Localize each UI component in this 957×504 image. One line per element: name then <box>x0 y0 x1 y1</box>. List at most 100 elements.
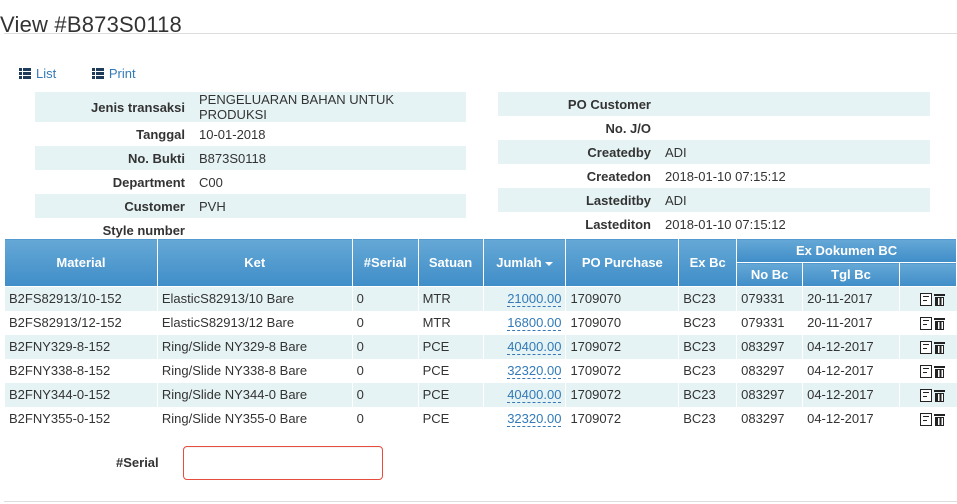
serial-input[interactable] <box>183 446 383 480</box>
cell-material: B2FNY329-8-152 <box>4 334 158 359</box>
list-link-label: List <box>36 66 57 81</box>
edit-icon[interactable] <box>919 365 932 379</box>
row-actions <box>898 358 957 383</box>
info-label: Createdon <box>498 164 658 188</box>
col-header-po-purchase[interactable]: PO Purchase <box>565 238 680 287</box>
bottom-divider <box>4 501 957 502</box>
cell-ex-bc: BC23 <box>678 406 737 431</box>
col-header-jumlah-label: Jumlah <box>496 255 542 270</box>
table-row: B2FNY344-0-152 Ring/Slide NY344-0 Bare 0 PC… <box>4 382 957 407</box>
jumlah-edit-link[interactable]: 32320.00 <box>507 411 562 427</box>
cell-satuan: PCE <box>417 406 484 431</box>
cell-no-bc: 083297 <box>736 406 803 431</box>
cell-satuan: PCE <box>417 358 484 383</box>
cell-material: B2FNY338-8-152 <box>4 358 158 383</box>
edit-icon[interactable] <box>919 389 932 403</box>
edit-icon[interactable] <box>919 293 932 307</box>
cell-ket: Ring/Slide NY338-8 Bare <box>156 358 353 383</box>
info-table-left: Jenis transaksi PENGELUARAN BAHAN UNTUK P… <box>35 92 466 242</box>
info-table-right: PO Customer No. J/O Createdby ADI Createdon 2… <box>498 92 930 236</box>
trash-icon[interactable] <box>933 389 945 403</box>
row-actions <box>898 310 957 335</box>
info-row: Lastediton 2018-01-10 07:15:12 <box>498 212 930 236</box>
cell-ket: ElasticS82913/10 Bare <box>156 286 353 311</box>
jumlah-edit-link[interactable]: 40400.00 <box>507 339 562 355</box>
edit-icon[interactable] <box>919 317 932 331</box>
list-icon <box>19 68 31 79</box>
edit-icon[interactable] <box>919 413 932 427</box>
edit-icon[interactable] <box>919 341 932 355</box>
cell-satuan: PCE <box>417 334 484 359</box>
row-actions <box>898 382 957 407</box>
print-link-label: Print <box>108 66 136 81</box>
jumlah-edit-link[interactable]: 16800.00 <box>507 315 562 331</box>
info-row: Customer PVH <box>35 194 466 218</box>
cell-tgl-bc: 04-12-2017 <box>802 382 900 407</box>
detail-grid: Material Ket #Serial Satuan Jumlah PO Pu… <box>4 238 957 431</box>
cell-tgl-bc: 04-12-2017 <box>802 334 900 359</box>
col-header-tgl-bc[interactable]: Tgl Bc <box>802 262 900 287</box>
cell-po-purchase: 1709072 <box>565 358 679 383</box>
cell-ex-bc: BC23 <box>678 358 737 383</box>
info-label: Customer <box>35 194 192 218</box>
info-row: No. Bukti B873S0118 <box>35 146 466 170</box>
info-label: Jenis transaksi <box>35 92 192 122</box>
cell-ex-bc: BC23 <box>678 382 737 407</box>
info-row: Lasteditby ADI <box>498 188 930 212</box>
col-header-ex-bc[interactable]: Ex Bc <box>678 238 738 287</box>
table-row: B2FNY338-8-152 Ring/Slide NY338-8 Bare 0 PC… <box>4 358 957 383</box>
info-row: Createdby ADI <box>498 140 930 164</box>
cell-tgl-bc: 04-12-2017 <box>802 406 900 431</box>
info-row: Createdon 2018-01-10 07:15:12 <box>498 164 930 188</box>
col-header-satuan[interactable]: Satuan <box>417 238 484 287</box>
col-header-serial[interactable]: #Serial <box>351 238 419 287</box>
list-link[interactable]: List <box>19 66 56 81</box>
col-header-no-bc[interactable]: No Bc <box>736 262 804 287</box>
trash-icon[interactable] <box>933 293 945 307</box>
col-header-material[interactable]: Material <box>4 238 158 287</box>
table-row: B2FNY355-0-152 Ring/Slide NY355-0 Bare 0 PC… <box>4 406 957 431</box>
col-header-actions <box>898 262 957 287</box>
cell-jumlah: 16800.00 <box>482 310 566 335</box>
trash-icon[interactable] <box>933 413 945 427</box>
trash-icon[interactable] <box>933 341 945 355</box>
col-header-jumlah[interactable]: Jumlah <box>482 238 567 287</box>
cell-po-purchase: 1709070 <box>565 286 679 311</box>
print-link[interactable]: Print <box>91 66 136 81</box>
cell-jumlah: 40400.00 <box>482 334 566 359</box>
trash-icon[interactable] <box>933 317 945 331</box>
info-row: Tanggal 10-01-2018 <box>35 122 466 146</box>
table-row: B2FS82913/12-152 ElasticS82913/12 Bare 0 MT… <box>4 310 957 335</box>
cell-po-purchase: 1709072 <box>565 406 679 431</box>
cell-tgl-bc: 20-11-2017 <box>802 286 900 311</box>
cell-serial: 0 <box>351 358 419 383</box>
info-value: 2018-01-10 07:15:12 <box>658 164 930 188</box>
cell-satuan: MTR <box>417 286 484 311</box>
info-label: Department <box>35 170 192 194</box>
info-value <box>658 116 930 140</box>
list-icon <box>91 68 104 79</box>
info-label: No. J/O <box>498 116 658 140</box>
cell-no-bc: 079331 <box>736 286 803 311</box>
info-row: Department C00 <box>35 170 466 194</box>
jumlah-edit-link[interactable]: 32320.00 <box>507 363 562 379</box>
info-value: ADI <box>658 188 930 212</box>
info-value: 2018-01-10 07:15:12 <box>658 212 930 236</box>
col-group-ex-dokumen-bc: Ex Dokumen BC <box>736 238 957 263</box>
cell-material: B2FNY355-0-152 <box>4 406 158 431</box>
info-value: PENGELUARAN BAHAN UNTUK PRODUKSI <box>192 92 466 122</box>
jumlah-edit-link[interactable]: 21000.00 <box>507 291 562 308</box>
info-label: No. Bukti <box>35 146 192 170</box>
cell-jumlah: 21000.00 <box>482 286 566 311</box>
cell-serial: 0 <box>351 406 419 431</box>
cell-material: B2FS82913/12-152 <box>4 310 158 335</box>
trash-icon[interactable] <box>933 365 945 379</box>
info-label: PO Customer <box>498 92 658 116</box>
cell-no-bc: 083297 <box>736 334 803 359</box>
cell-no-bc: 079331 <box>736 310 803 335</box>
col-header-ket[interactable]: Ket <box>156 238 353 287</box>
info-row: PO Customer <box>498 92 930 116</box>
info-value: 10-01-2018 <box>192 122 466 146</box>
cell-jumlah: 32320.00 <box>482 358 566 383</box>
jumlah-edit-link[interactable]: 40400.00 <box>507 387 562 403</box>
